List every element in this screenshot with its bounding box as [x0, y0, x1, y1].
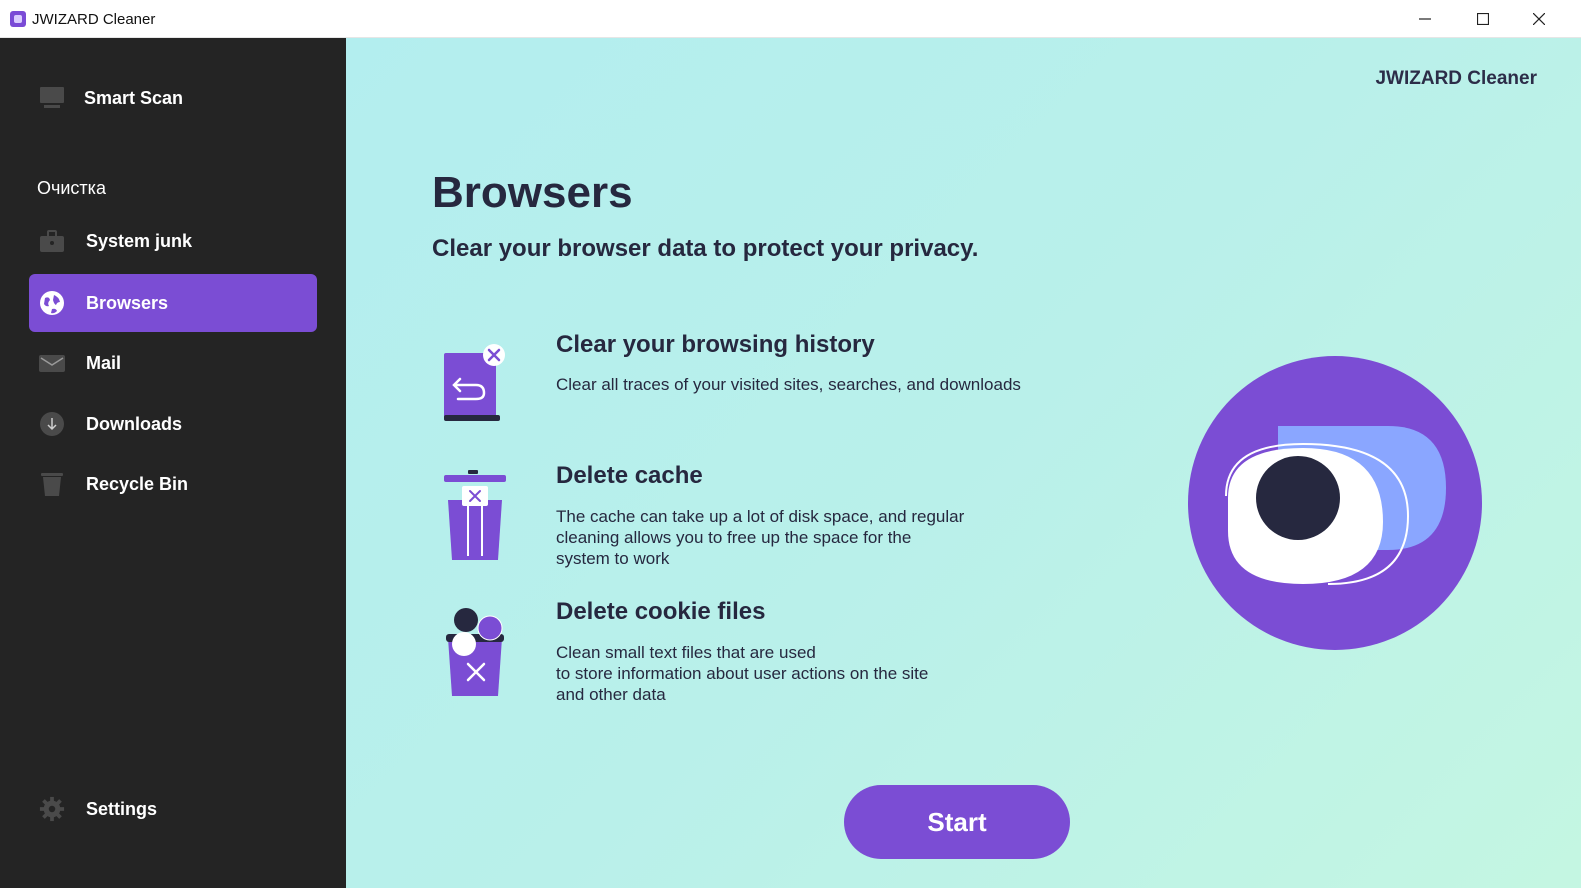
download-icon [39, 411, 65, 437]
sidebar-item-label: Recycle Bin [86, 473, 189, 494]
feature-title: Delete cookie files [556, 598, 766, 625]
sidebar-item-label: Mail [86, 352, 122, 373]
history-book-icon [442, 343, 510, 425]
window-title: JWIZARD Cleaner [32, 11, 156, 28]
cache-bin-icon [442, 470, 510, 560]
page-title: Browsers [432, 168, 633, 217]
sidebar-item-label: Downloads [86, 413, 183, 434]
sidebar-item-settings[interactable]: Settings [29, 780, 317, 838]
gear-icon [39, 796, 65, 822]
sidebar-item-label: Smart Scan [84, 87, 184, 108]
sidebar-item-browsers[interactable]: Browsers [29, 274, 317, 332]
privacy-eye-icon [1188, 356, 1482, 650]
app-logo-icon [10, 11, 26, 27]
monitor-icon [39, 85, 65, 111]
close-icon [1533, 13, 1545, 25]
briefcase-icon [39, 228, 65, 254]
sidebar-item-label: Browsers [86, 292, 169, 313]
sidebar-item-smart-scan[interactable]: Smart Scan [29, 69, 317, 127]
sidebar: Smart Scan Очистка System junk Browsers … [0, 38, 346, 888]
start-button[interactable]: Start [844, 785, 1070, 859]
cookies-bin-icon [442, 608, 510, 700]
minimize-button[interactable] [1396, 0, 1454, 38]
sidebar-item-system-junk[interactable]: System junk [29, 212, 317, 270]
title-bar: JWIZARD Cleaner [0, 0, 1581, 38]
sidebar-item-recycle-bin[interactable]: Recycle Bin [29, 455, 317, 513]
sidebar-item-downloads[interactable]: Downloads [29, 395, 317, 453]
brand-label: JWIZARD Cleaner [1375, 68, 1537, 89]
feature-description: The cache can take up a lot of disk spac… [556, 507, 965, 568]
minimize-icon [1419, 18, 1431, 20]
globe-icon [39, 290, 65, 316]
sidebar-item-label: System junk [86, 230, 193, 251]
trash-icon [39, 471, 65, 497]
feature-description: Clean small text files that are used to … [556, 643, 929, 704]
maximize-button[interactable] [1454, 0, 1512, 38]
feature-title: Delete cache [556, 462, 703, 489]
feature-description: Clear all traces of your visited sites, … [556, 375, 1021, 394]
close-button[interactable] [1510, 0, 1568, 38]
section-label-cleaning: Очистка [37, 178, 106, 198]
maximize-icon [1477, 13, 1489, 25]
sidebar-item-label: Settings [86, 798, 158, 819]
feature-title: Clear your browsing history [556, 331, 875, 358]
page-subtitle: Clear your browser data to protect your … [432, 235, 979, 262]
sidebar-item-mail[interactable]: Mail [29, 334, 317, 392]
main-panel: JWIZARD Cleaner Browsers Clear your brow… [346, 38, 1581, 888]
envelope-icon [39, 350, 65, 376]
